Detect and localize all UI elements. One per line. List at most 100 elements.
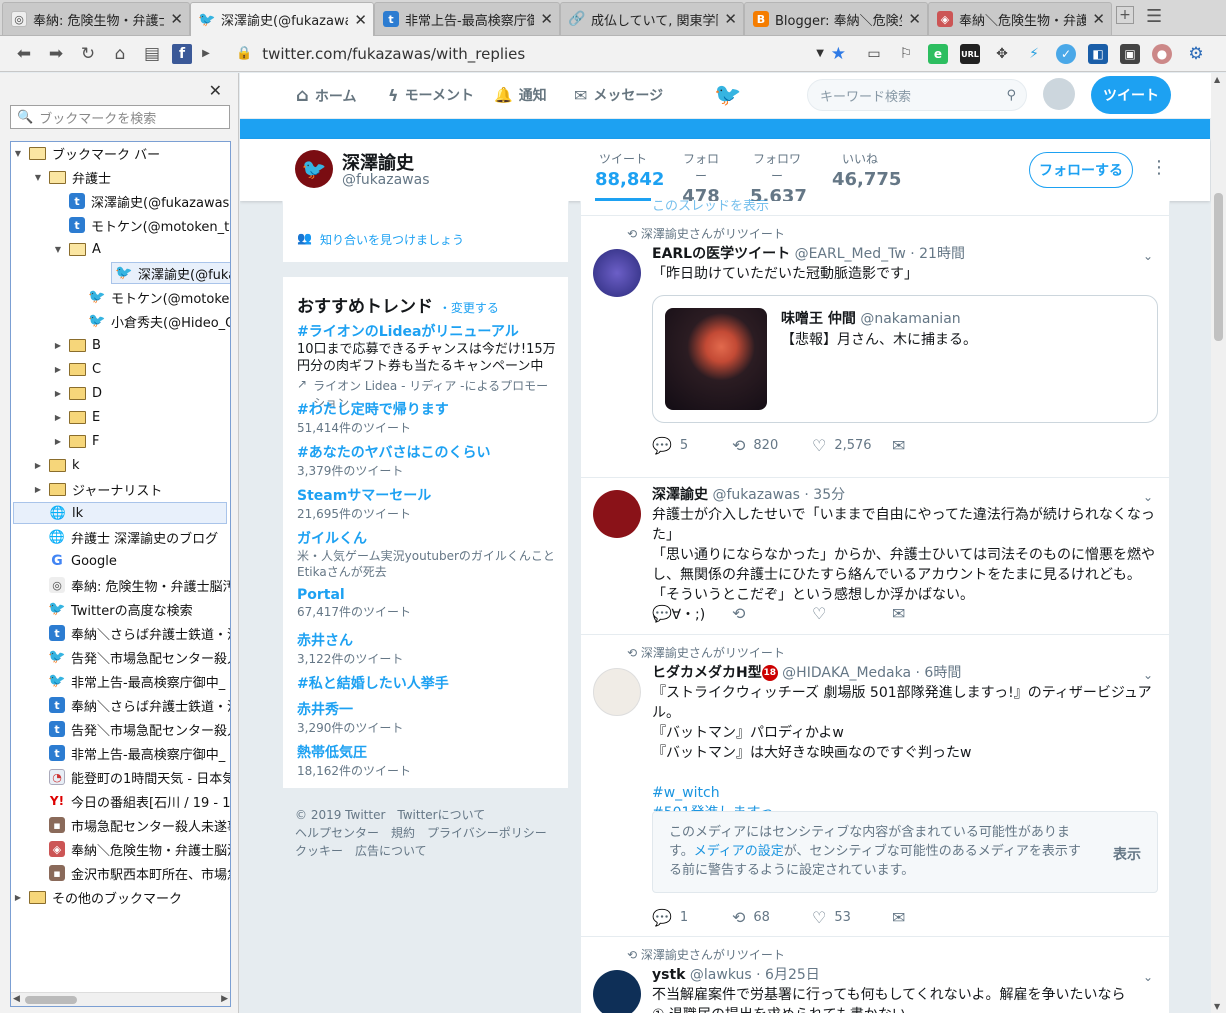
follow-button[interactable]: フォローする [1029,152,1133,188]
forward-icon[interactable]: ➡ [44,42,68,66]
bookmark-search-input[interactable]: 🔍 ブックマークを検索 [10,105,230,129]
close-icon[interactable]: ✕ [354,11,367,29]
change-trends-link[interactable]: ・変更する [439,301,499,315]
author-handle[interactable]: @lawkus [690,967,752,983]
bookmark-item[interactable]: t 奉納＼さらば弁護士鉄道・泥 [49,694,230,716]
bookmark-item[interactable]: G Google [49,550,117,572]
expand-arrow-icon[interactable]: ▶ [53,341,63,350]
bookmark-item[interactable]: t モトケン(@motoken_tw [69,214,230,236]
bookmark-item[interactable]: t 奉納＼さらば弁護士鉄道・泥 [49,622,230,644]
reload-icon[interactable]: ↻ [76,42,100,66]
bookmark-item[interactable]: ◎ 奉納: 危険生物・弁護士脳汚 [49,574,230,596]
profile-handle[interactable]: @fukazawas [342,172,430,188]
reader-icon[interactable]: ▤ [140,42,164,66]
new-tab-button[interactable]: + [1116,6,1134,24]
author-name[interactable]: ヒダカメダカH型 [652,665,762,681]
extension-icon-2[interactable]: ✓ [1056,44,1076,64]
bookmark-item[interactable]: 🐦 Twitterの高度な検索 [48,598,192,620]
facebook-icon[interactable]: f [172,43,192,64]
close-icon[interactable]: ✕ [540,10,553,28]
like-action[interactable]: ♡ [812,604,892,623]
dm-action[interactable]: ✉ [892,908,972,927]
nav-moments[interactable]: ϟ モーメント [388,85,474,105]
tab-5[interactable]: B Blogger: 奉納＼危険生 ✕ [744,2,928,35]
page-scrollbar[interactable]: ▲ ▼ [1211,73,1226,1013]
expand-arrow-icon[interactable]: ▼ [33,173,43,182]
home-icon[interactable]: ⌂ [108,42,132,66]
nav-notifications[interactable]: 🔔 通知 [494,85,547,105]
retweet-action[interactable]: ⟲ 820 [732,436,812,455]
like-action[interactable]: ♡ 53 [812,908,892,927]
tweet-time[interactable]: · 35分 [804,487,845,503]
tweet-time[interactable]: · 6時間 [916,665,962,681]
star-icon[interactable]: ★ [831,44,846,64]
author-handle[interactable]: @EARL_Med_Tw [795,246,906,262]
expand-arrow-icon[interactable]: ▶ [13,893,23,902]
url-icon[interactable]: URL [960,44,980,64]
bookmark-item[interactable]: 🐦 深澤諭史(@fukazaw [111,262,230,284]
bookmark-item[interactable]: 🐦 小倉秀夫(@Hideo_O [88,310,230,332]
footer-link[interactable]: プライバシーポリシー [427,826,547,840]
scroll-left-icon[interactable]: ◀ [13,994,20,1004]
expand-arrow-icon[interactable]: ▶ [53,413,63,422]
profile-avatar[interactable]: 🐦 [295,150,333,188]
chevron-down-icon[interactable]: ⌄ [1143,249,1153,263]
bookmark-item[interactable]: ▪ 市場急配センター殺人未遂事 [49,814,230,836]
tweet-time[interactable]: · 21時間 [910,246,965,262]
author-name[interactable]: ystk [652,967,685,983]
bookmark-item[interactable]: Y! 今日の番組表[石川 / 19 - 1時 [49,790,230,812]
tab-2[interactable]: 🐦 深澤諭史(@fukazawas) ✕ [190,2,374,36]
folder-b[interactable]: ▶ B [53,334,101,356]
bookmark-icon[interactable]: ⚐ [896,44,916,64]
close-icon[interactable]: ✕ [908,10,921,28]
tweet-button[interactable]: ツイート [1091,76,1171,114]
show-media-button[interactable]: 表示 [1113,844,1141,864]
expand-arrow-icon[interactable]: ▼ [53,245,63,254]
reply-action[interactable]: 💬 5 [652,436,732,455]
reading-list-icon[interactable]: ▭ [864,44,884,64]
chevron-right-icon[interactable]: ▶ [200,42,212,66]
expand-arrow-icon[interactable]: ▶ [53,437,63,446]
chevron-down-icon[interactable]: ⌄ [1143,970,1153,984]
trend-item[interactable]: ガイルくん 米・人気ゲーム実況youtuberのガイルくんことEtikaさんが死去 [297,528,557,580]
retweet-action[interactable]: ⟲ 68 [732,908,812,927]
expand-arrow-icon[interactable]: ▼ [13,149,23,158]
moon-tree-image[interactable] [665,308,767,410]
bookmark-item[interactable]: 🌐 弁護士 深澤諭史のブログ [49,526,218,548]
quoted-tweet[interactable]: 味噌王 仲間 @nakamanian 【悲報】月さん、木に捕まる。 [652,295,1158,423]
trend-item[interactable]: #わたし定時で帰ります 51,414件のツイート [297,399,557,436]
bookmark-item[interactable]: ▪ 金沢市駅西本町所在、市場急 [49,862,230,884]
footer-link[interactable]: ヘルプセンター [295,826,379,840]
avatar[interactable] [593,249,641,297]
extension-icon-3[interactable]: ◧ [1088,44,1108,64]
footer-link[interactable]: クッキー [295,844,343,858]
author-name[interactable]: 深澤諭史 [652,487,708,503]
tab-3[interactable]: t 非常上告-最高検察庁御中 ✕ [374,2,560,35]
footer-link[interactable]: 規約 [391,826,415,840]
trend-item[interactable]: 赤井秀一 3,290件のツイート [297,699,557,736]
stat-tweets[interactable]: ツイート 88,842 [595,150,664,201]
retweet-action[interactable]: ⟲ [732,604,812,623]
author-handle[interactable]: @fukazawas [712,487,800,503]
move-icon[interactable]: ✥ [992,44,1012,64]
scroll-right-icon[interactable]: ▶ [221,994,228,1004]
bookmark-item-lk[interactable]: 🌐 lk [13,502,227,524]
author-handle[interactable]: @HIDAKA_Medaka [782,665,911,681]
close-icon[interactable]: ✕ [170,10,183,28]
tab-4[interactable]: 🔗 成仏していて, 関東学院 ✕ [560,2,744,35]
tweet[interactable]: ⟲ 深澤諭史さんがリツイート ヒダカメダカH型 18 @HIDAKA_Medaka… [581,635,1169,937]
bookmark-item[interactable]: ◔ 能登町の1時間天気 - 日本気 [49,766,230,788]
tab-6[interactable]: ◈ 奉納＼危険生物・弁護 ✕ [928,2,1112,35]
stat-likes[interactable]: いいね 46,775 [832,150,901,190]
trend-item[interactable]: 赤井さん 3,122件のツイート [297,630,557,667]
reply-action[interactable]: 💬 [652,604,732,623]
folder-lawyer[interactable]: ▼ 弁護士 [33,166,111,188]
bookmark-item[interactable]: 🐦 非常上告-最高検察庁御中_ [48,670,225,692]
show-thread-link[interactable]: このスレッドを表示 [652,195,769,214]
tab-1[interactable]: ◎ 奉納: 危険生物・弁護士脳汚 ✕ [2,2,190,35]
bookmark-item[interactable]: 🐦 告発＼市場急配センター殺人 [48,646,230,668]
tweet-time[interactable]: · 6月25日 [756,967,820,983]
scroll-thumb[interactable] [1214,193,1223,341]
scroll-thumb[interactable] [25,996,77,1004]
tweet[interactable]: ⟲ 深澤諭史さんがリツイート EARLの医学ツイート @EARL_Med_Tw … [581,216,1169,478]
